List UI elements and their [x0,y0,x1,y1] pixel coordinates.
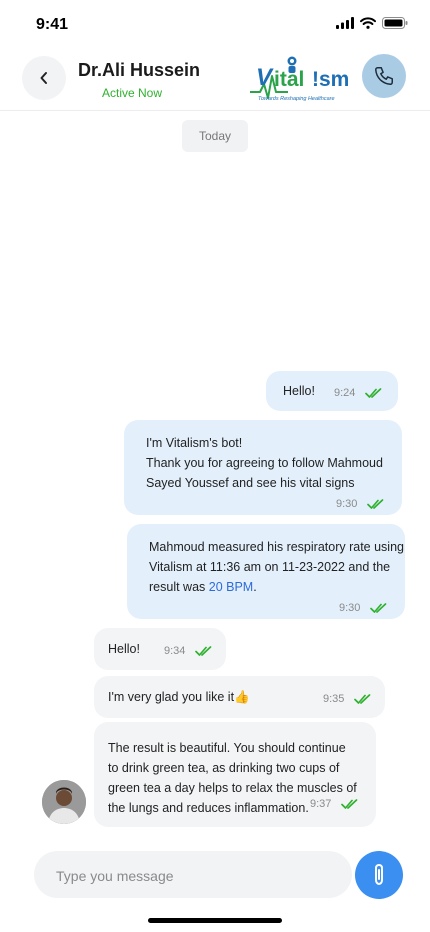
message-bubble-outgoing[interactable]: Mahmoud measured his respiratory rate us… [127,524,405,619]
cellular-signal-icon [336,17,354,29]
paperclip-icon [375,863,383,886]
back-button[interactable] [22,56,66,100]
home-indicator [148,918,282,923]
chat-header: Dr.Ali Hussein Active Now V ital !sm Tow… [0,48,430,111]
svg-text:Towards Reshaping Healthcare: Towards Reshaping Healthcare [258,96,335,102]
contact-status: Active Now [102,86,163,100]
svg-text:!sm: !sm [312,68,349,91]
message-text: I'm Vitalism's bot! Thank you for agreei… [146,436,383,490]
svg-text:V: V [256,64,274,91]
message-meta: 9:35 [323,689,372,709]
message-meta: 9:34 [164,641,213,661]
phone-icon [375,67,393,85]
message-time: 9:24 [334,387,356,399]
message-input[interactable] [54,851,338,900]
double-check-icon [341,799,358,809]
double-check-icon [195,646,212,656]
message-meta: 9:30 [336,494,385,514]
highlighted-value: 20 BPM [208,580,254,594]
double-check-icon [370,603,387,613]
message-text: Hello! [108,642,140,656]
message-text-part: . [253,580,257,594]
message-bubble-incoming[interactable]: The result is beautiful. You should cont… [94,722,376,827]
message-text: I'm very glad you like it👍 [108,690,250,704]
message-bubble-outgoing[interactable]: I'm Vitalism's bot! Thank you for agreei… [124,420,402,515]
message-composer [34,851,352,900]
message-text: Hello! [283,384,315,398]
double-check-icon [365,388,382,398]
vitalism-logo: V ital !sm Towards Reshaping Healthcare [248,52,352,106]
wifi-icon [360,17,376,29]
call-button[interactable] [362,54,406,98]
double-check-icon [354,694,371,704]
message-time: 9:35 [323,693,345,705]
battery-icon [382,17,408,29]
status-icons [336,17,408,29]
status-time: 9:41 [36,16,69,33]
status-bar: 9:41 [0,0,430,48]
message-time: 9:37 [310,798,332,810]
message-text: Mahmoud measured his respiratory rate us… [149,537,404,597]
message-bubble-incoming[interactable]: I'm very glad you like it👍 9:35 [94,676,385,718]
message-text-part: Mahmoud measured his respiratory rate us… [149,540,404,594]
double-check-icon [367,499,384,509]
svg-text:ital: ital [274,68,304,91]
message-time: 9:30 [336,498,358,510]
chevron-left-icon [40,72,47,84]
message-time: 9:30 [339,602,361,614]
message-time: 9:34 [164,645,186,657]
message-meta: 9:37 [310,794,359,814]
message-bubble-incoming[interactable]: Hello! 9:34 [94,628,226,670]
message-meta: 9:24 [334,383,383,403]
sender-avatar[interactable] [42,780,86,824]
date-divider: Today [182,120,248,152]
attach-button[interactable] [355,851,403,899]
message-bubble-outgoing[interactable]: Hello! 9:24 [266,371,398,411]
contact-name: Dr.Ali Hussein [78,60,201,80]
message-meta: 9:30 [339,598,388,618]
